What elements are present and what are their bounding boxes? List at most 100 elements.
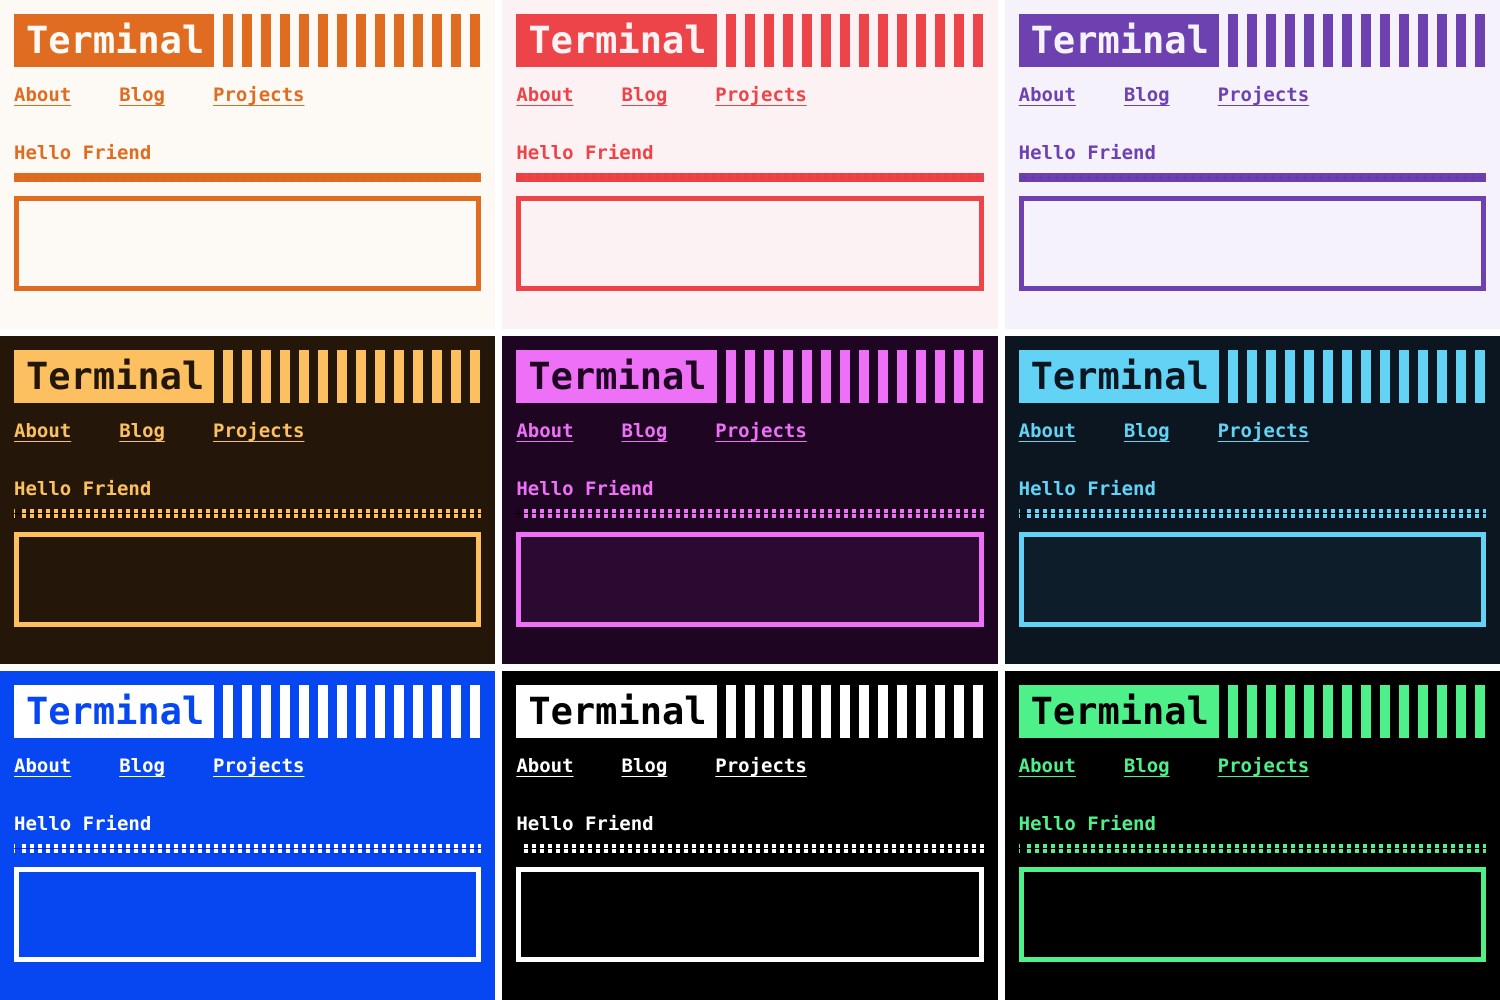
nav-link-blog[interactable]: Blog (119, 420, 165, 442)
nav-link-about[interactable]: About (1019, 84, 1076, 106)
page-heading: Hello Friend (14, 142, 152, 164)
terminal-card: Terminal About Blog Projects Hello Friend (1004, 671, 1500, 1000)
title-bar: Terminal (14, 14, 482, 67)
content-panel[interactable] (1018, 531, 1486, 627)
page-heading: Hello Friend (516, 813, 654, 836)
content-panel[interactable] (1018, 196, 1486, 291)
nav-link-about[interactable]: About (516, 755, 573, 777)
brand-logo[interactable]: Terminal (14, 685, 215, 739)
nav-link-projects[interactable]: Projects (1218, 755, 1310, 777)
content-panel[interactable] (14, 867, 482, 963)
brand-logo[interactable]: Terminal (14, 14, 215, 67)
main-nav: About Blog Projects (516, 84, 983, 110)
dotted-divider (516, 173, 984, 182)
brand-logo[interactable]: Terminal (516, 14, 717, 67)
terminal-card: Terminal About Blog Projects Hello Friend (0, 0, 496, 329)
content-panel[interactable] (1018, 867, 1486, 963)
nav-link-about[interactable]: About (1019, 420, 1076, 442)
nav-link-about[interactable]: About (516, 420, 573, 442)
nav-link-projects[interactable]: Projects (715, 755, 807, 777)
barcode-stripes-decoration (725, 685, 984, 739)
nav-link-blog[interactable]: Blog (622, 420, 668, 442)
title-bar: Terminal (14, 349, 482, 403)
brand-logo[interactable]: Terminal (1018, 14, 1219, 67)
brand-logo[interactable]: Terminal (1018, 349, 1219, 403)
nav-link-projects[interactable]: Projects (1218, 84, 1310, 106)
nav-link-blog[interactable]: Blog (1124, 420, 1170, 442)
terminal-card: Terminal About Blog Projects Hello Friend (1004, 335, 1500, 665)
nav-link-blog[interactable]: Blog (119, 84, 165, 106)
brand-logo[interactable]: Terminal (516, 349, 717, 403)
content-panel[interactable] (516, 196, 984, 291)
nav-link-blog[interactable]: Blog (622, 84, 668, 106)
terminal-card: Terminal About Blog Projects Hello Friend (0, 335, 496, 665)
nav-link-projects[interactable]: Projects (1218, 420, 1310, 442)
title-bar: Terminal (516, 14, 984, 67)
nav-link-blog[interactable]: Blog (622, 755, 668, 777)
dotted-divider (14, 508, 482, 518)
brand-label: Terminal (528, 19, 707, 62)
nav-link-about[interactable]: About (1019, 755, 1076, 777)
terminal-card: Terminal About Blog Projects Hello Friend (0, 671, 496, 1000)
title-bar: Terminal (516, 349, 984, 403)
nav-link-about[interactable]: About (14, 420, 71, 442)
terminal-card: Terminal About Blog Projects Hello Friend (502, 335, 998, 665)
nav-link-projects[interactable]: Projects (213, 420, 305, 442)
page-heading: Hello Friend (14, 477, 152, 500)
dotted-divider (516, 508, 984, 518)
main-nav: About Blog Projects (1019, 84, 1486, 110)
barcode-stripes-decoration (1227, 349, 1486, 403)
title-bar: Terminal (14, 685, 482, 739)
main-nav: About Blog Projects (516, 420, 983, 446)
nav-link-projects[interactable]: Projects (715, 84, 807, 106)
content-panel[interactable] (14, 196, 482, 291)
page-heading: Hello Friend (1018, 142, 1156, 164)
terminal-card: Terminal About Blog Projects Hello Friend (502, 0, 998, 329)
barcode-stripes-decoration (223, 14, 482, 67)
title-bar: Terminal (1018, 14, 1486, 67)
brand-logo[interactable]: Terminal (516, 685, 717, 739)
barcode-stripes-decoration (1227, 14, 1486, 67)
brand-logo[interactable]: Terminal (14, 349, 215, 403)
barcode-stripes-decoration (725, 349, 984, 403)
dotted-divider (1018, 173, 1486, 182)
brand-label: Terminal (26, 19, 205, 62)
main-nav: About Blog Projects (14, 755, 481, 781)
page-heading: Hello Friend (516, 142, 654, 164)
dotted-divider (14, 173, 482, 182)
terminal-card: Terminal About Blog Projects Hello Friend (502, 671, 998, 1000)
nav-link-projects[interactable]: Projects (715, 420, 807, 442)
nav-link-blog[interactable]: Blog (1124, 755, 1170, 777)
nav-link-blog[interactable]: Blog (119, 755, 165, 777)
page-heading: Hello Friend (14, 813, 152, 836)
content-panel[interactable] (14, 531, 482, 627)
main-nav: About Blog Projects (516, 755, 983, 781)
main-nav: About Blog Projects (1019, 420, 1486, 446)
dotted-divider (516, 844, 984, 854)
brand-label: Terminal (1030, 19, 1209, 62)
nav-link-projects[interactable]: Projects (213, 755, 305, 777)
terminal-card: Terminal About Blog Projects Hello Friend (1004, 0, 1500, 329)
dotted-divider (1018, 844, 1486, 854)
content-panel[interactable] (516, 867, 984, 963)
nav-link-about[interactable]: About (14, 84, 71, 106)
title-bar: Terminal (1018, 685, 1486, 739)
barcode-stripes-decoration (1227, 685, 1486, 739)
page-heading: Hello Friend (516, 477, 654, 500)
barcode-stripes-decoration (223, 685, 482, 739)
content-panel[interactable] (516, 531, 984, 627)
page-heading: Hello Friend (1018, 813, 1156, 836)
main-nav: About Blog Projects (14, 84, 481, 110)
title-bar: Terminal (1018, 349, 1486, 403)
brand-logo[interactable]: Terminal (1018, 685, 1219, 739)
nav-link-about[interactable]: About (516, 84, 573, 106)
main-nav: About Blog Projects (1019, 755, 1486, 781)
brand-label: Terminal (528, 354, 707, 398)
brand-label: Terminal (26, 690, 205, 734)
barcode-stripes-decoration (725, 14, 984, 67)
title-bar: Terminal (516, 685, 984, 739)
nav-link-blog[interactable]: Blog (1124, 84, 1170, 106)
brand-label: Terminal (528, 690, 707, 734)
nav-link-projects[interactable]: Projects (213, 84, 305, 106)
nav-link-about[interactable]: About (14, 755, 71, 777)
